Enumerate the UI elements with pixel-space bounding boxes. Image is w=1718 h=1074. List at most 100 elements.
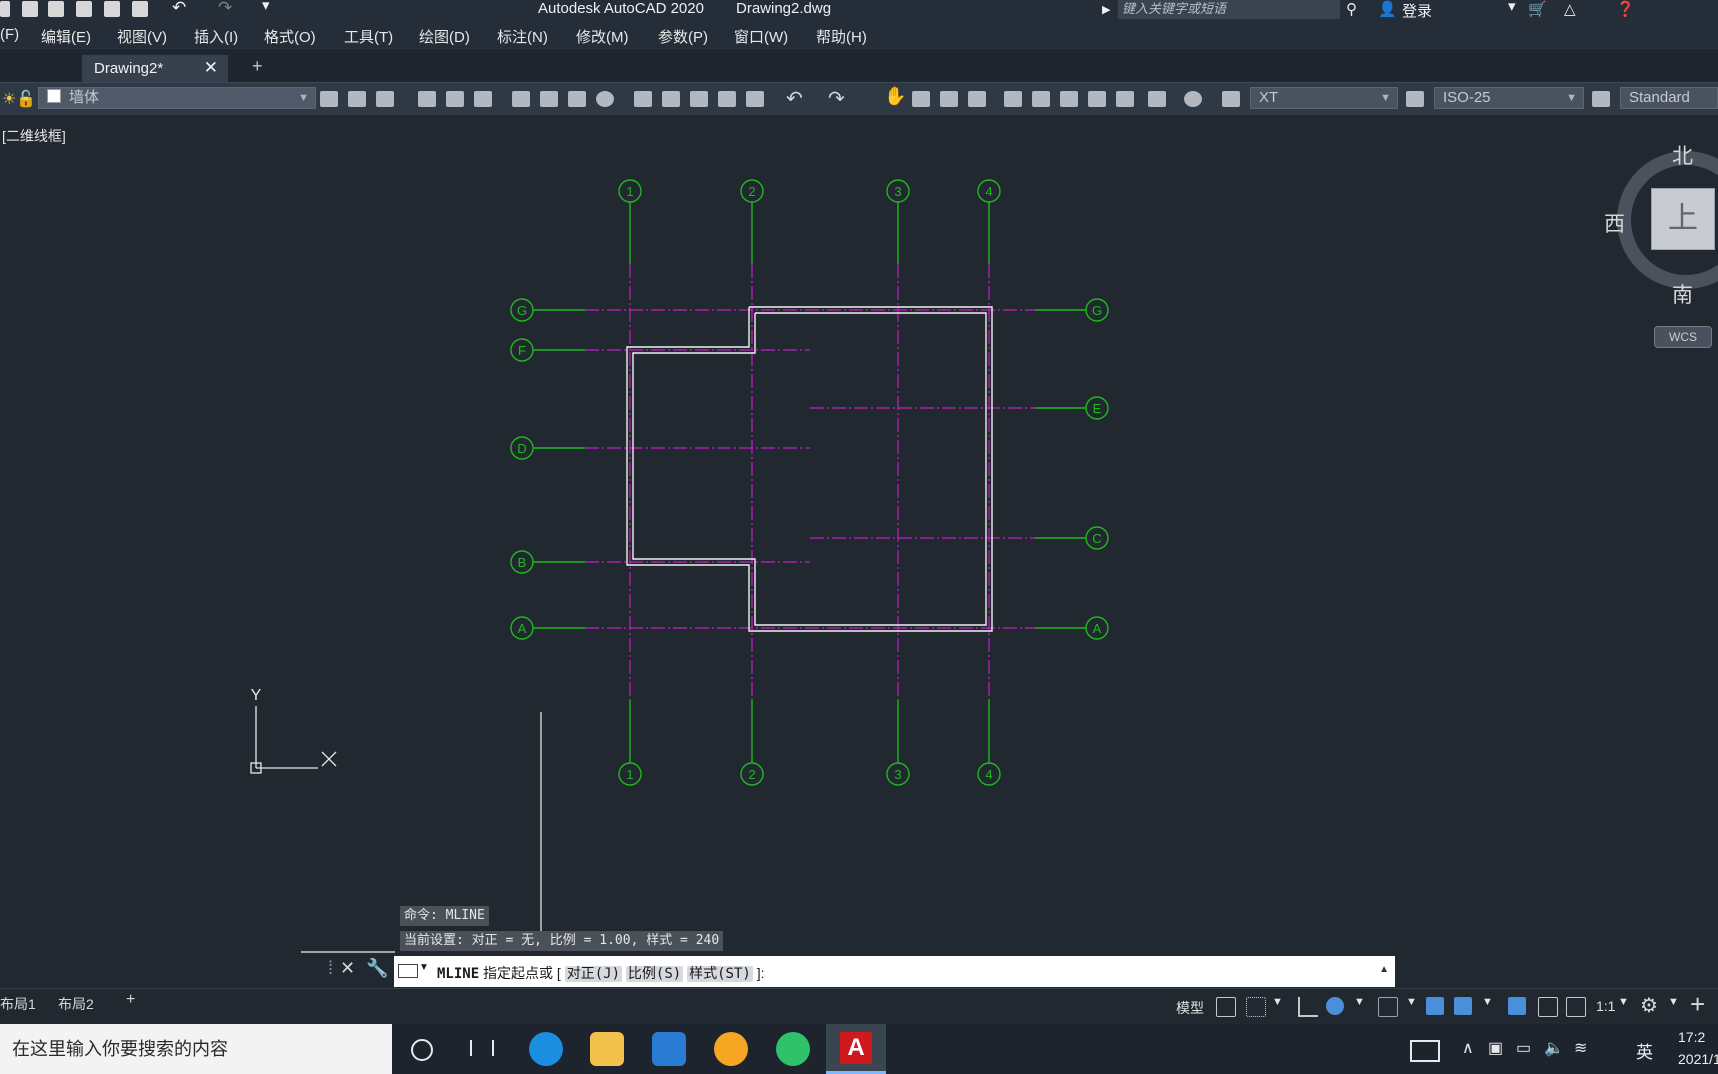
- volume-icon[interactable]: 🔈: [1544, 1038, 1564, 1058]
- polar-dropdown-icon[interactable]: ▼: [1354, 996, 1365, 1008]
- auto-scale-icon[interactable]: [1538, 997, 1558, 1017]
- news-icon[interactable]: [1410, 1040, 1440, 1062]
- battery-icon[interactable]: ▭: [1516, 1038, 1531, 1058]
- annotation-visibility-icon[interactable]: [1508, 997, 1526, 1015]
- plot-icon[interactable]: [512, 91, 530, 107]
- wifi-icon[interactable]: ≋: [1574, 1038, 1587, 1058]
- help-icon[interactable]: [1184, 91, 1202, 107]
- workspace-dropdown-icon[interactable]: ▼: [1668, 996, 1679, 1008]
- customize-qat-icon[interactable]: ▾: [262, 0, 270, 14]
- menu-parametric[interactable]: 参数(P): [658, 26, 708, 47]
- properties-icon[interactable]: [1004, 91, 1022, 107]
- recent-commands-icon[interactable]: ▼: [419, 962, 429, 973]
- menu-format[interactable]: 格式(O): [264, 26, 316, 47]
- wrench-icon[interactable]: 🔧: [366, 958, 388, 979]
- publish-icon[interactable]: [104, 1, 120, 17]
- binoculars-icon[interactable]: ⚲: [1346, 0, 1357, 18]
- tray-expand-icon[interactable]: ∧: [1462, 1038, 1474, 1058]
- login-link[interactable]: 登录: [1402, 0, 1432, 21]
- scale-value[interactable]: 1:1: [1596, 998, 1615, 1014]
- iso-dropdown-icon[interactable]: ▼: [1406, 996, 1417, 1008]
- redo-icon[interactable]: ↷: [218, 0, 232, 18]
- zoom-previous-icon[interactable]: [968, 91, 986, 107]
- wall-outer-line[interactable]: [626, 306, 993, 632]
- ortho-icon[interactable]: [1298, 997, 1318, 1017]
- plot-preview-icon[interactable]: [540, 91, 558, 107]
- tool-palettes-icon[interactable]: [1060, 91, 1078, 107]
- menu-insert[interactable]: 插入(I): [194, 26, 238, 47]
- block-editor-icon[interactable]: [746, 91, 764, 107]
- undo-icon[interactable]: ↶: [172, 0, 186, 18]
- cut-icon[interactable]: [634, 91, 652, 107]
- wall-inner-line[interactable]: [632, 312, 987, 626]
- open-icon[interactable]: [76, 1, 92, 17]
- option-scale[interactable]: 比例(S): [625, 966, 684, 982]
- isodraft-icon[interactable]: [1378, 997, 1398, 1017]
- menu-help[interactable]: 帮助(H): [816, 26, 867, 47]
- menu-dimension[interactable]: 标注(N): [497, 26, 548, 47]
- wcs-menu[interactable]: WCS: [1654, 326, 1712, 348]
- save-as-icon[interactable]: [48, 1, 64, 17]
- tab-drawing2[interactable]: Drawing2* ✕: [82, 55, 228, 83]
- layout-tab-2[interactable]: 布局2: [58, 994, 94, 1014]
- grip-icon[interactable]: ⁞: [328, 958, 333, 979]
- new-tab-button[interactable]: +: [252, 56, 263, 77]
- calculator-icon[interactable]: [1148, 91, 1166, 107]
- open-file-icon[interactable]: [446, 91, 464, 107]
- menu-draw[interactable]: 绘图(D): [419, 26, 470, 47]
- close-icon[interactable]: ✕: [340, 958, 355, 979]
- connect-icon[interactable]: △: [1564, 0, 1576, 18]
- grid-icon[interactable]: [1216, 997, 1236, 1017]
- print-icon[interactable]: [132, 1, 148, 17]
- zoom-realtime-icon[interactable]: [912, 91, 930, 107]
- edge-app-icon[interactable]: [529, 1032, 563, 1066]
- close-icon[interactable]: ✕: [204, 58, 218, 78]
- undo-icon[interactable]: ↶: [786, 86, 803, 111]
- publish-icon[interactable]: [568, 91, 586, 107]
- layout-tab-1[interactable]: 布局1: [0, 994, 36, 1014]
- copy-icon[interactable]: [662, 91, 680, 107]
- command-prompt-icon[interactable]: [398, 964, 418, 978]
- option-style[interactable]: 样式(ST): [687, 966, 753, 982]
- save-file-icon[interactable]: [474, 91, 492, 107]
- option-justify[interactable]: 对正(J): [564, 966, 623, 982]
- redo-icon[interactable]: ↷: [828, 86, 845, 111]
- design-center-icon[interactable]: [1032, 91, 1050, 107]
- cortana-icon[interactable]: [411, 1039, 433, 1061]
- taskbar-search-input[interactable]: 在这里输入你要搜索的内容: [0, 1024, 392, 1074]
- mail-app-icon[interactable]: [652, 1032, 686, 1066]
- clock[interactable]: 17:2 2021/1: [1678, 1026, 1718, 1070]
- layer-states-icon[interactable]: [376, 91, 394, 107]
- file-explorer-icon[interactable]: [590, 1032, 624, 1066]
- 3d-print-icon[interactable]: [596, 91, 614, 107]
- menu-tools[interactable]: 工具(T): [344, 26, 393, 47]
- layer-previous-icon[interactable]: [348, 91, 366, 107]
- match-properties-icon[interactable]: [718, 91, 736, 107]
- command-input[interactable]: ▼ MLINE 指定起点或 [ 对正(J) 比例(S) 样式(ST) ]: ▲: [394, 956, 1395, 987]
- object-snap-icon[interactable]: [1454, 997, 1472, 1015]
- annotation-scale-icon[interactable]: [1566, 997, 1586, 1017]
- pan-hand-icon[interactable]: ✋: [884, 86, 906, 107]
- snap-dropdown-icon[interactable]: ▼: [1272, 996, 1283, 1008]
- text-style-dropdown[interactable]: XT ▼: [1250, 87, 1398, 109]
- layer-state-icon[interactable]: ☀🔓: [2, 89, 36, 109]
- menu-window[interactable]: 窗口(W): [734, 26, 788, 47]
- polar-tracking-icon[interactable]: [1326, 997, 1344, 1015]
- viewcube-north[interactable]: 北: [1672, 140, 1693, 170]
- new-file-icon[interactable]: [418, 91, 436, 107]
- menu-modify[interactable]: 修改(M): [576, 26, 629, 47]
- layer-dropdown[interactable]: 墙体 ▼: [38, 87, 316, 109]
- paste-icon[interactable]: [690, 91, 708, 107]
- text-style-icon[interactable]: [1222, 91, 1240, 107]
- task-view-icon[interactable]: [470, 1040, 494, 1056]
- cart-icon[interactable]: 🛒: [1528, 0, 1547, 18]
- markup-icon[interactable]: [1116, 91, 1134, 107]
- sheet-set-icon[interactable]: [1088, 91, 1106, 107]
- orange-app-icon[interactable]: [714, 1032, 748, 1066]
- table-style-icon[interactable]: [1592, 91, 1610, 107]
- dim-style-dropdown[interactable]: ISO-25 ▼: [1434, 87, 1584, 109]
- model-space-button[interactable]: 模型: [1176, 998, 1204, 1018]
- customize-plus-icon[interactable]: +: [1690, 989, 1705, 1020]
- menu-file[interactable]: (F): [0, 26, 19, 43]
- app-menu-icon[interactable]: [0, 1, 10, 17]
